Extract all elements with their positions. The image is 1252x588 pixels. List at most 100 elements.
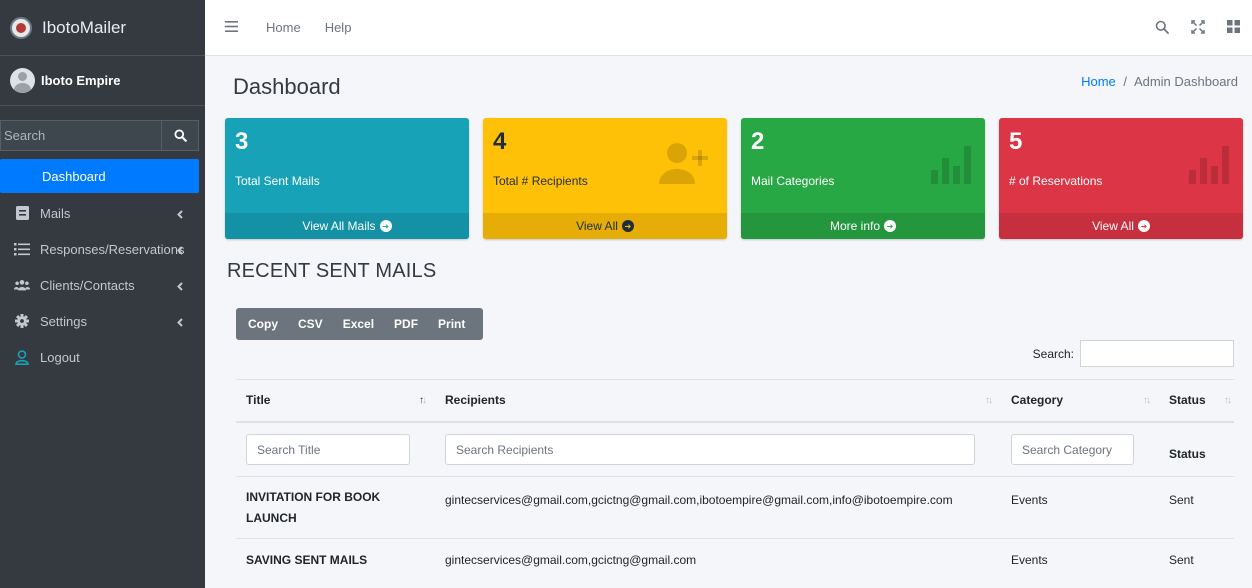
sidebar-item-label: Settings xyxy=(40,313,87,329)
sidebar-search-button[interactable] xyxy=(161,120,199,151)
breadcrumb-current: Admin Dashboard xyxy=(1133,74,1238,89)
stat-value: 2 xyxy=(751,128,765,155)
arrow-circle-right-icon: ➔ xyxy=(1137,220,1150,232)
section-title: RECENT SENT MAILS xyxy=(227,260,437,282)
stat-label: Total # Recipients xyxy=(493,174,588,188)
search-icon xyxy=(173,129,187,142)
search-title-input[interactable]: Search Title xyxy=(246,433,410,465)
envelope-icon xyxy=(14,205,30,221)
chevron-left-icon xyxy=(177,243,183,258)
pdf-button[interactable]: PDF xyxy=(384,317,428,331)
table-search-input[interactable] xyxy=(1080,340,1234,367)
breadcrumb-separator: / xyxy=(1123,74,1128,89)
sidebar-item-label: Clients/Contacts xyxy=(40,277,135,293)
stat-box-recipients: 4 Total # Recipients View All ➔ xyxy=(483,118,727,239)
sidebar-item-label: Logout xyxy=(40,349,80,365)
footer-link-label: View All xyxy=(1092,219,1134,233)
view-all-reservations-link[interactable]: View All ➔ xyxy=(999,213,1243,239)
main-content: Dashboard Home / Admin Dashboard 3 Total… xyxy=(205,56,1252,588)
stat-label: # of Reservations xyxy=(1009,174,1103,188)
sidebar-item-label: Mails xyxy=(40,205,71,221)
print-button[interactable]: Print xyxy=(428,317,475,331)
column-header-status[interactable]: Status ↑↓ xyxy=(1159,379,1234,423)
recent-mails-table: Title ↑↓ Recipients ↑↓ Category ↑↓ Statu… xyxy=(236,379,1234,582)
brand-link[interactable]: IbotoMailer xyxy=(0,0,205,56)
cell-category: Events xyxy=(1001,538,1159,582)
column-header-title[interactable]: Title ↑↓ xyxy=(236,379,435,423)
arrow-circle-right-icon: ➔ xyxy=(884,220,897,232)
excel-button[interactable]: Excel xyxy=(333,317,384,331)
arrow-circle-right-icon: ➔ xyxy=(379,220,392,232)
cell-status: Sent xyxy=(1159,538,1234,582)
nav-link-help[interactable]: Help xyxy=(325,20,352,35)
brand-name: IbotoMailer xyxy=(42,17,127,37)
cell-recipients: gintecservices@gmail.com,gcictng@gmail.c… xyxy=(435,538,1001,582)
sidebar-item-settings[interactable]: Settings xyxy=(0,303,199,339)
column-title-label: Title xyxy=(246,393,271,408)
footer-link-label: View All Mails xyxy=(302,219,376,233)
more-info-link[interactable]: More info ➔ xyxy=(741,213,985,239)
cell-recipients: gintecservices@gmail.com,gcictng@gmail.c… xyxy=(435,476,1001,539)
column-status-label: Status xyxy=(1169,393,1206,408)
chevron-left-icon xyxy=(177,207,183,222)
view-all-mails-link[interactable]: View All Mails ➔ xyxy=(225,213,469,239)
column-header-category[interactable]: Category ↑↓ xyxy=(1001,379,1159,423)
column-header-recipients[interactable]: Recipients ↑↓ xyxy=(435,379,1001,423)
sort-icon: ↑↓ xyxy=(419,395,427,406)
table-row: INVITATION FOR BOOK LAUNCH gintecservice… xyxy=(236,476,1234,539)
column-recipients-label: Recipients xyxy=(445,393,506,408)
sidebar-item-clients[interactable]: Clients/Contacts xyxy=(0,267,199,303)
brand-logo xyxy=(10,16,32,39)
table-search-label: Search: xyxy=(1032,346,1074,361)
top-navbar: Home Help xyxy=(205,0,1252,56)
stat-box-sent-mails: 3 Total Sent Mails View All Mails ➔ xyxy=(225,118,469,239)
sidebar-item-responses[interactable]: Responses/Reservations xyxy=(0,231,199,267)
grid-icon[interactable] xyxy=(1227,20,1240,37)
fullscreen-icon[interactable] xyxy=(1191,20,1205,37)
search-category-input[interactable]: Search Category xyxy=(1011,433,1134,465)
user-icon xyxy=(14,349,30,365)
stat-box-mail-categories: 2 Mail Categories More info ➔ xyxy=(741,118,985,239)
cell-category: Events xyxy=(1001,476,1159,539)
sort-icon: ↑↓ xyxy=(1143,395,1151,406)
stat-label: Mail Categories xyxy=(751,174,835,188)
export-buttons: Copy CSV Excel PDF Print xyxy=(236,308,484,340)
sidebar: IbotoMailer Iboto Empire Search Dashboar… xyxy=(0,0,205,588)
stat-box-reservations: 5 # of Reservations View All ➔ xyxy=(999,118,1243,239)
view-all-recipients-link[interactable]: View All ➔ xyxy=(483,213,727,239)
gear-icon xyxy=(14,313,30,329)
search-recipients-input[interactable]: Search Recipients xyxy=(445,433,975,465)
navbar-actions xyxy=(1155,20,1240,37)
avatar xyxy=(10,68,35,93)
footer-link-label: More info xyxy=(829,219,881,233)
sidebar-item-label: Dashboard xyxy=(42,168,106,184)
menu-toggle-icon[interactable] xyxy=(225,20,238,35)
cell-title: SAVING SENT MAILS xyxy=(236,538,435,582)
csv-button[interactable]: CSV xyxy=(288,317,333,331)
chevron-left-icon xyxy=(177,315,183,330)
list-icon xyxy=(14,241,30,257)
arrow-circle-right-icon: ➔ xyxy=(621,220,634,232)
stat-value: 5 xyxy=(1009,128,1023,155)
table-row: SAVING SENT MAILS gintecservices@gmail.c… xyxy=(236,538,1234,582)
sort-icon: ↑↓ xyxy=(1224,395,1232,406)
breadcrumb-home-link[interactable]: Home xyxy=(1081,74,1116,89)
table-search: Search: xyxy=(1033,340,1234,367)
nav-link-home[interactable]: Home xyxy=(266,20,301,35)
sidebar-item-logout[interactable]: Logout xyxy=(0,339,199,375)
sidebar-item-dashboard[interactable]: Dashboard xyxy=(0,159,199,193)
copy-button[interactable]: Copy xyxy=(244,317,288,331)
sidebar-item-mails[interactable]: Mails xyxy=(0,195,199,231)
breadcrumb: Home / Admin Dashboard xyxy=(1081,74,1238,89)
stat-label: Total Sent Mails xyxy=(235,174,320,188)
sidebar-search-input[interactable]: Search xyxy=(0,120,161,151)
stat-value: 3 xyxy=(235,128,249,155)
status-filter-label: Status xyxy=(1159,421,1234,477)
user-panel[interactable]: Iboto Empire xyxy=(0,56,205,106)
sidebar-item-label: Responses/Reservations xyxy=(40,241,185,257)
chevron-left-icon xyxy=(177,279,183,294)
search-icon[interactable] xyxy=(1155,20,1169,37)
user-name: Iboto Empire xyxy=(41,73,121,88)
cell-status: Sent xyxy=(1159,476,1234,539)
cell-title: INVITATION FOR BOOK LAUNCH xyxy=(236,476,435,539)
